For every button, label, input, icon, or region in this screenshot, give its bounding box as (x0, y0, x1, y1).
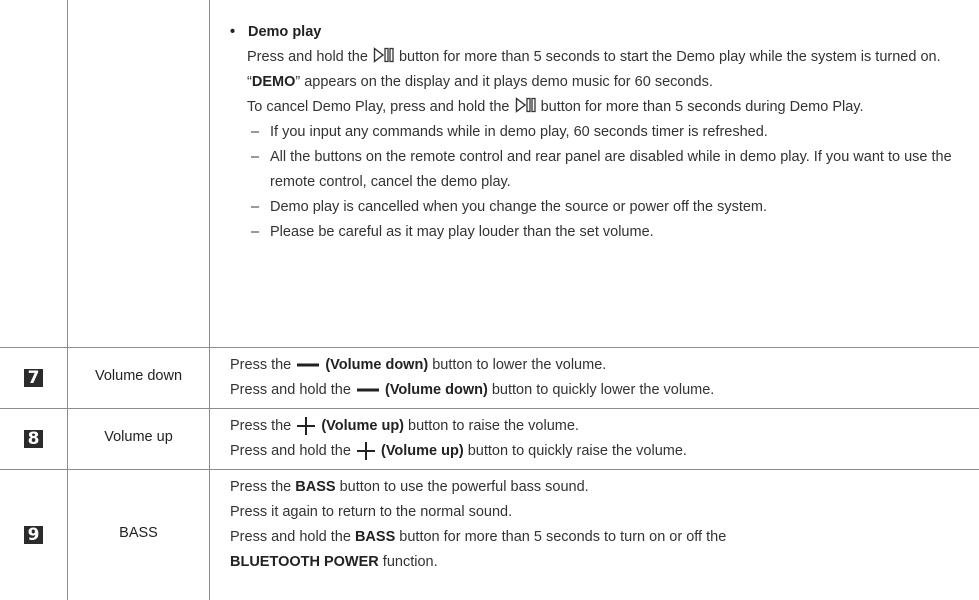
plus-icon (356, 442, 375, 461)
description-line: Press the (Volume up) button to raise th… (230, 417, 579, 436)
description-line: BLUETOOTH POWER function. (230, 554, 438, 570)
row-divider (0, 469, 979, 470)
play-pause-icon (373, 47, 394, 63)
volume-up-description: Press the (Volume up) button to raise th… (230, 414, 965, 464)
demo-play-instructions: Press and hold the button for more than … (247, 47, 941, 90)
description-line: Press the BASS button to use the powerfu… (230, 479, 589, 495)
description-line: Press the (Volume down) button to lower … (230, 357, 607, 373)
demo-note: – Demo play is cancelled when you change … (251, 199, 768, 215)
manual-page: • Demo play Press and hold the button for… (0, 0, 979, 600)
minus-icon (356, 388, 379, 392)
row-divider (0, 347, 979, 348)
row-number-badge: 7 (24, 369, 43, 387)
minus-icon (297, 363, 320, 367)
table-left-border (67, 0, 68, 600)
row-number-badge: 9 (24, 526, 43, 544)
description-line: Press and hold the (Volume up) button to… (230, 442, 687, 461)
function-name: BASS (119, 525, 158, 541)
row-number-badge: 8 (24, 430, 43, 448)
description-line: Press it again to return to the normal s… (230, 504, 513, 520)
demo-play-section: • Demo play Press and hold the button for… (230, 20, 965, 245)
demo-note: – All the buttons on the remote control a… (251, 149, 952, 190)
volume-down-description: Press the (Volume down) button to lower … (230, 353, 965, 403)
description-line: Press and hold the BASS button for more … (230, 529, 727, 545)
row-divider (0, 408, 979, 409)
demo-play-cancel: To cancel Demo Play, press and hold the … (247, 97, 864, 115)
description-line: Press and hold the (Volume down) button … (230, 382, 715, 398)
play-pause-icon (515, 97, 536, 113)
bass-description: Press the BASS button to use the powerfu… (230, 475, 965, 575)
demo-play-heading: • Demo play (230, 24, 322, 40)
function-name: Volume up (104, 429, 173, 445)
demo-note: – If you input any commands while in demo… (251, 124, 768, 140)
table-divider (209, 0, 210, 600)
plus-icon (297, 417, 316, 436)
demo-note: – Please be careful as it may play louder… (251, 224, 654, 240)
function-name: Volume down (94, 368, 183, 384)
